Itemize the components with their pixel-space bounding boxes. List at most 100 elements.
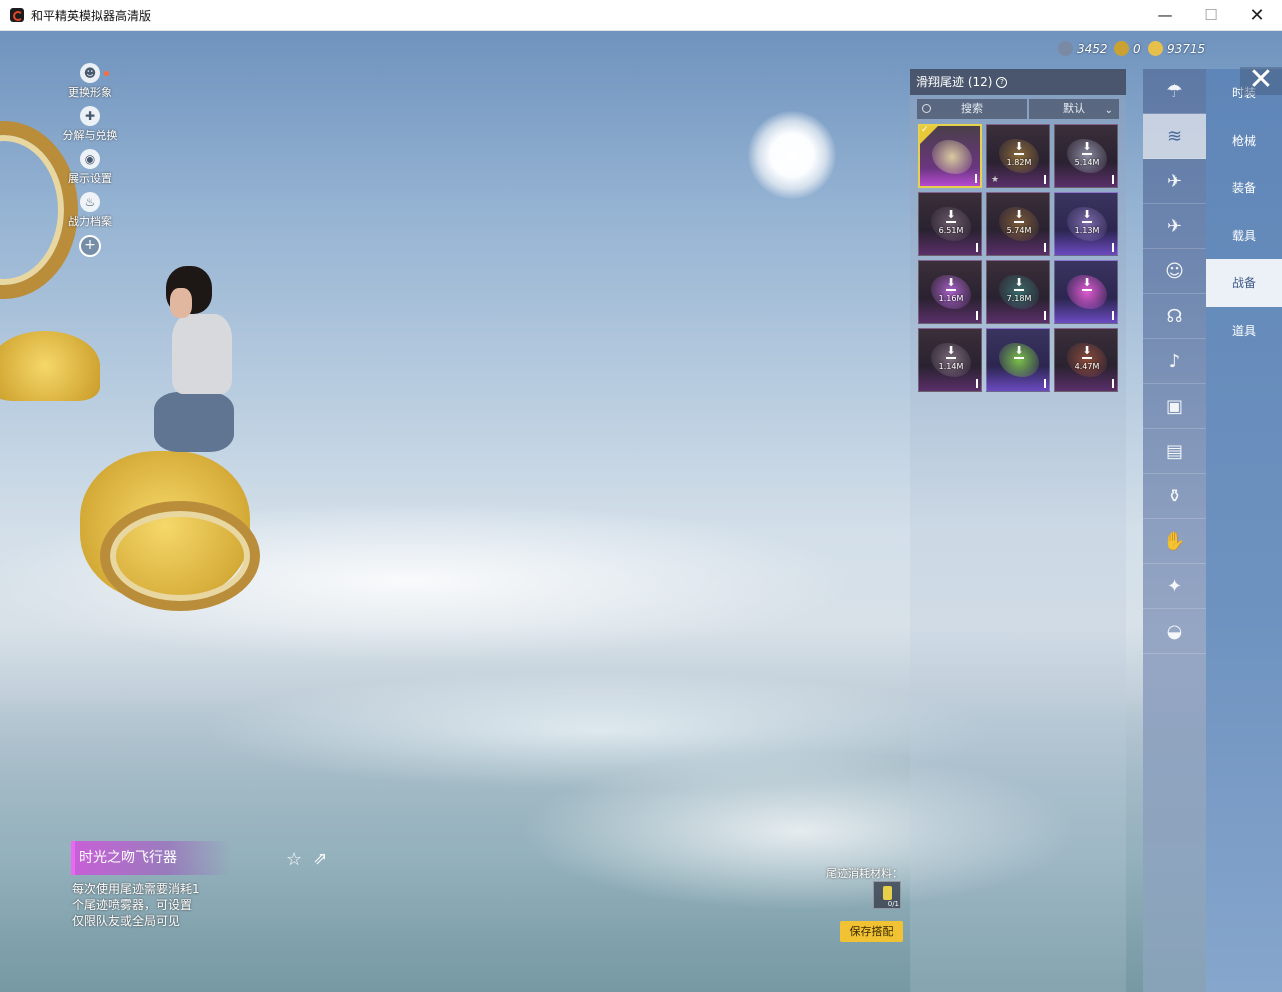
currency-gold: 93715 [1148, 41, 1205, 56]
info-icon[interactable]: ? [996, 77, 1008, 88]
notification-dot [104, 71, 109, 76]
trail-tile[interactable]: ⬇ 1.16M [918, 260, 982, 324]
trail-tile[interactable]: ⬇ 1.14M [918, 328, 982, 392]
hourglass-sand [0, 331, 100, 401]
description-line: 仅限队友或全局可见 [72, 914, 181, 928]
quantity-bar [1044, 311, 1046, 320]
decompose-exchange-button[interactable]: ✚ 分解与兑换 [60, 106, 120, 143]
trail-grid: ⬇ 1.82M ★ ⬇ 5.14M ⬇ 6.51M ⬇ 5.74M ⬇ 1.13M ⬇ 1.16M ⬇ 7.… [918, 124, 1118, 392]
trail-tile[interactable]: ⬇ [986, 328, 1050, 392]
panel-header: 滑翔尾迹 (12)? [910, 69, 1126, 95]
coin-silver-icon [1058, 41, 1073, 56]
trail-tile[interactable] [918, 124, 982, 188]
close-window-button[interactable]: ✕ [1234, 0, 1280, 30]
window-titlebar: 和平精英模拟器高清版 — ☐ ✕ [0, 0, 1282, 31]
trail-tile[interactable]: ⬇ 6.51M [918, 192, 982, 256]
download-icon: ⬇ [1011, 209, 1027, 223]
download-icon: ⬇ [1079, 209, 1095, 223]
quantity-bar [976, 311, 978, 320]
character-legs [154, 392, 234, 452]
close-shop-button[interactable]: ✕ [1240, 65, 1282, 95]
download-icon: ⬇ [943, 345, 959, 359]
download-size: 1.13M [1074, 226, 1100, 235]
favorite-star-icon[interactable]: ☆ [286, 849, 302, 870]
material-count: 0/1 [887, 900, 899, 908]
currency-gold-ring-value: 0 [1133, 41, 1141, 56]
quantity-bar [1112, 175, 1114, 184]
trail-tile[interactable]: ⬇ [1054, 260, 1118, 324]
category-tab[interactable]: 枪械 [1206, 117, 1282, 165]
search-input[interactable]: 搜索 [917, 99, 1027, 119]
trail-tile[interactable]: ⬇ 5.14M [1054, 124, 1118, 188]
display-settings-label: 展示设置 [68, 172, 112, 185]
save-outfit-button[interactable]: 保存搭配 [840, 921, 903, 942]
quantity-bar [1044, 243, 1046, 252]
companion-icon[interactable]: ☊ [1143, 294, 1206, 339]
subcategory-icon-strip: ☂ ≋ ✈ ✈ ☺ ☊ ♪ ▣ ▤ ⚱ ✋ ✦ ◒ [1143, 69, 1206, 992]
emote-icon[interactable]: ☺ [1143, 249, 1206, 294]
search-row: 搜索 默认 ⌄ [917, 99, 1119, 119]
category-tab[interactable]: 战备 [1206, 259, 1282, 307]
game-viewport: ☻ 更换形象 ✚ 分解与兑换 ◉ 展示设置 ♨ 战力档案 + 3452 0 93… [0, 31, 1282, 992]
download-size: 6.51M [938, 226, 964, 235]
window-title: 和平精英模拟器高清版 [31, 8, 152, 23]
character-body [172, 314, 232, 394]
currency-gold-value: 93715 [1167, 41, 1206, 56]
download-icon: ⬇ [943, 277, 959, 291]
currency-silver-value: 3452 [1077, 41, 1108, 56]
glider-trail-icon[interactable]: ≋ [1143, 114, 1206, 159]
trail-tile[interactable]: ⬇ 5.74M [986, 192, 1050, 256]
category-column: 时装 枪械 装备 载具 战备 道具 [1206, 69, 1282, 992]
spray-icon[interactable]: ⚱ [1143, 474, 1206, 519]
category-tab[interactable]: 载具 [1206, 212, 1282, 260]
description-line: 每次使用尾迹需要消耗1 [72, 882, 200, 896]
change-avatar-button[interactable]: ☻ 更换形象 [60, 63, 120, 100]
star-icon: ★ [991, 175, 1000, 185]
sort-dropdown[interactable]: 默认 ⌄ [1029, 99, 1119, 119]
download-icon: ⬇ [1011, 141, 1027, 155]
currency-gold-ring: 0 [1114, 41, 1141, 56]
download-size: 5.14M [1074, 158, 1100, 167]
avatar-icon: ☻ [80, 63, 100, 83]
category-tab[interactable]: 装备 [1206, 164, 1282, 212]
parachute-icon[interactable]: ☂ [1143, 69, 1206, 114]
spray-can-icon [883, 886, 892, 900]
hand-icon[interactable]: ✋ [1143, 519, 1206, 564]
trail-preview-image [932, 140, 972, 174]
download-icon: ⬇ [1079, 141, 1095, 155]
drone-icon[interactable]: ✈ [1143, 159, 1206, 204]
trail-tile[interactable]: ⬇ 7.18M [986, 260, 1050, 324]
search-icon [922, 104, 931, 113]
download-size: 1.82M [1006, 158, 1032, 167]
app-logo-icon [10, 8, 24, 22]
download-size: 7.18M [1006, 294, 1032, 303]
sparkle-icon[interactable]: ✦ [1143, 564, 1206, 609]
badge-icon[interactable]: ▣ [1143, 384, 1206, 429]
quantity-bar [976, 243, 978, 252]
category-tab[interactable]: 道具 [1206, 307, 1282, 355]
trail-tile[interactable]: ⬇ 4.47M [1054, 328, 1118, 392]
minimize-button[interactable]: — [1142, 0, 1188, 30]
quantity-bar [1112, 379, 1114, 388]
planet-icon[interactable]: ◒ [1143, 609, 1206, 654]
decompose-exchange-label: 分解与兑换 [62, 129, 118, 142]
plus-icon: + [79, 235, 101, 257]
display-settings-button[interactable]: ◉ 展示设置 [60, 149, 120, 186]
search-label: 搜索 [961, 102, 983, 115]
currency-silver: 3452 [1058, 41, 1108, 56]
download-icon: ⬇ [1079, 345, 1095, 359]
add-button[interactable]: + [60, 235, 120, 257]
maximize-button[interactable]: ☐ [1188, 0, 1234, 30]
material-slot[interactable]: 0/1 [873, 881, 901, 909]
trail-tile[interactable]: ⬇ 1.82M ★ [986, 124, 1050, 188]
share-icon[interactable]: ⇗ [313, 849, 327, 869]
voice-icon[interactable]: ♪ [1143, 339, 1206, 384]
trail-tile[interactable]: ⬇ 1.13M [1054, 192, 1118, 256]
download-icon: ⬇ [943, 209, 959, 223]
download-icon: ⬇ [1011, 345, 1027, 359]
plane-icon[interactable]: ✈ [1143, 204, 1206, 249]
flame-icon: ♨ [80, 192, 100, 212]
power-record-button[interactable]: ♨ 战力档案 [60, 192, 120, 229]
player-character [154, 266, 240, 466]
gallery-icon[interactable]: ▤ [1143, 429, 1206, 474]
